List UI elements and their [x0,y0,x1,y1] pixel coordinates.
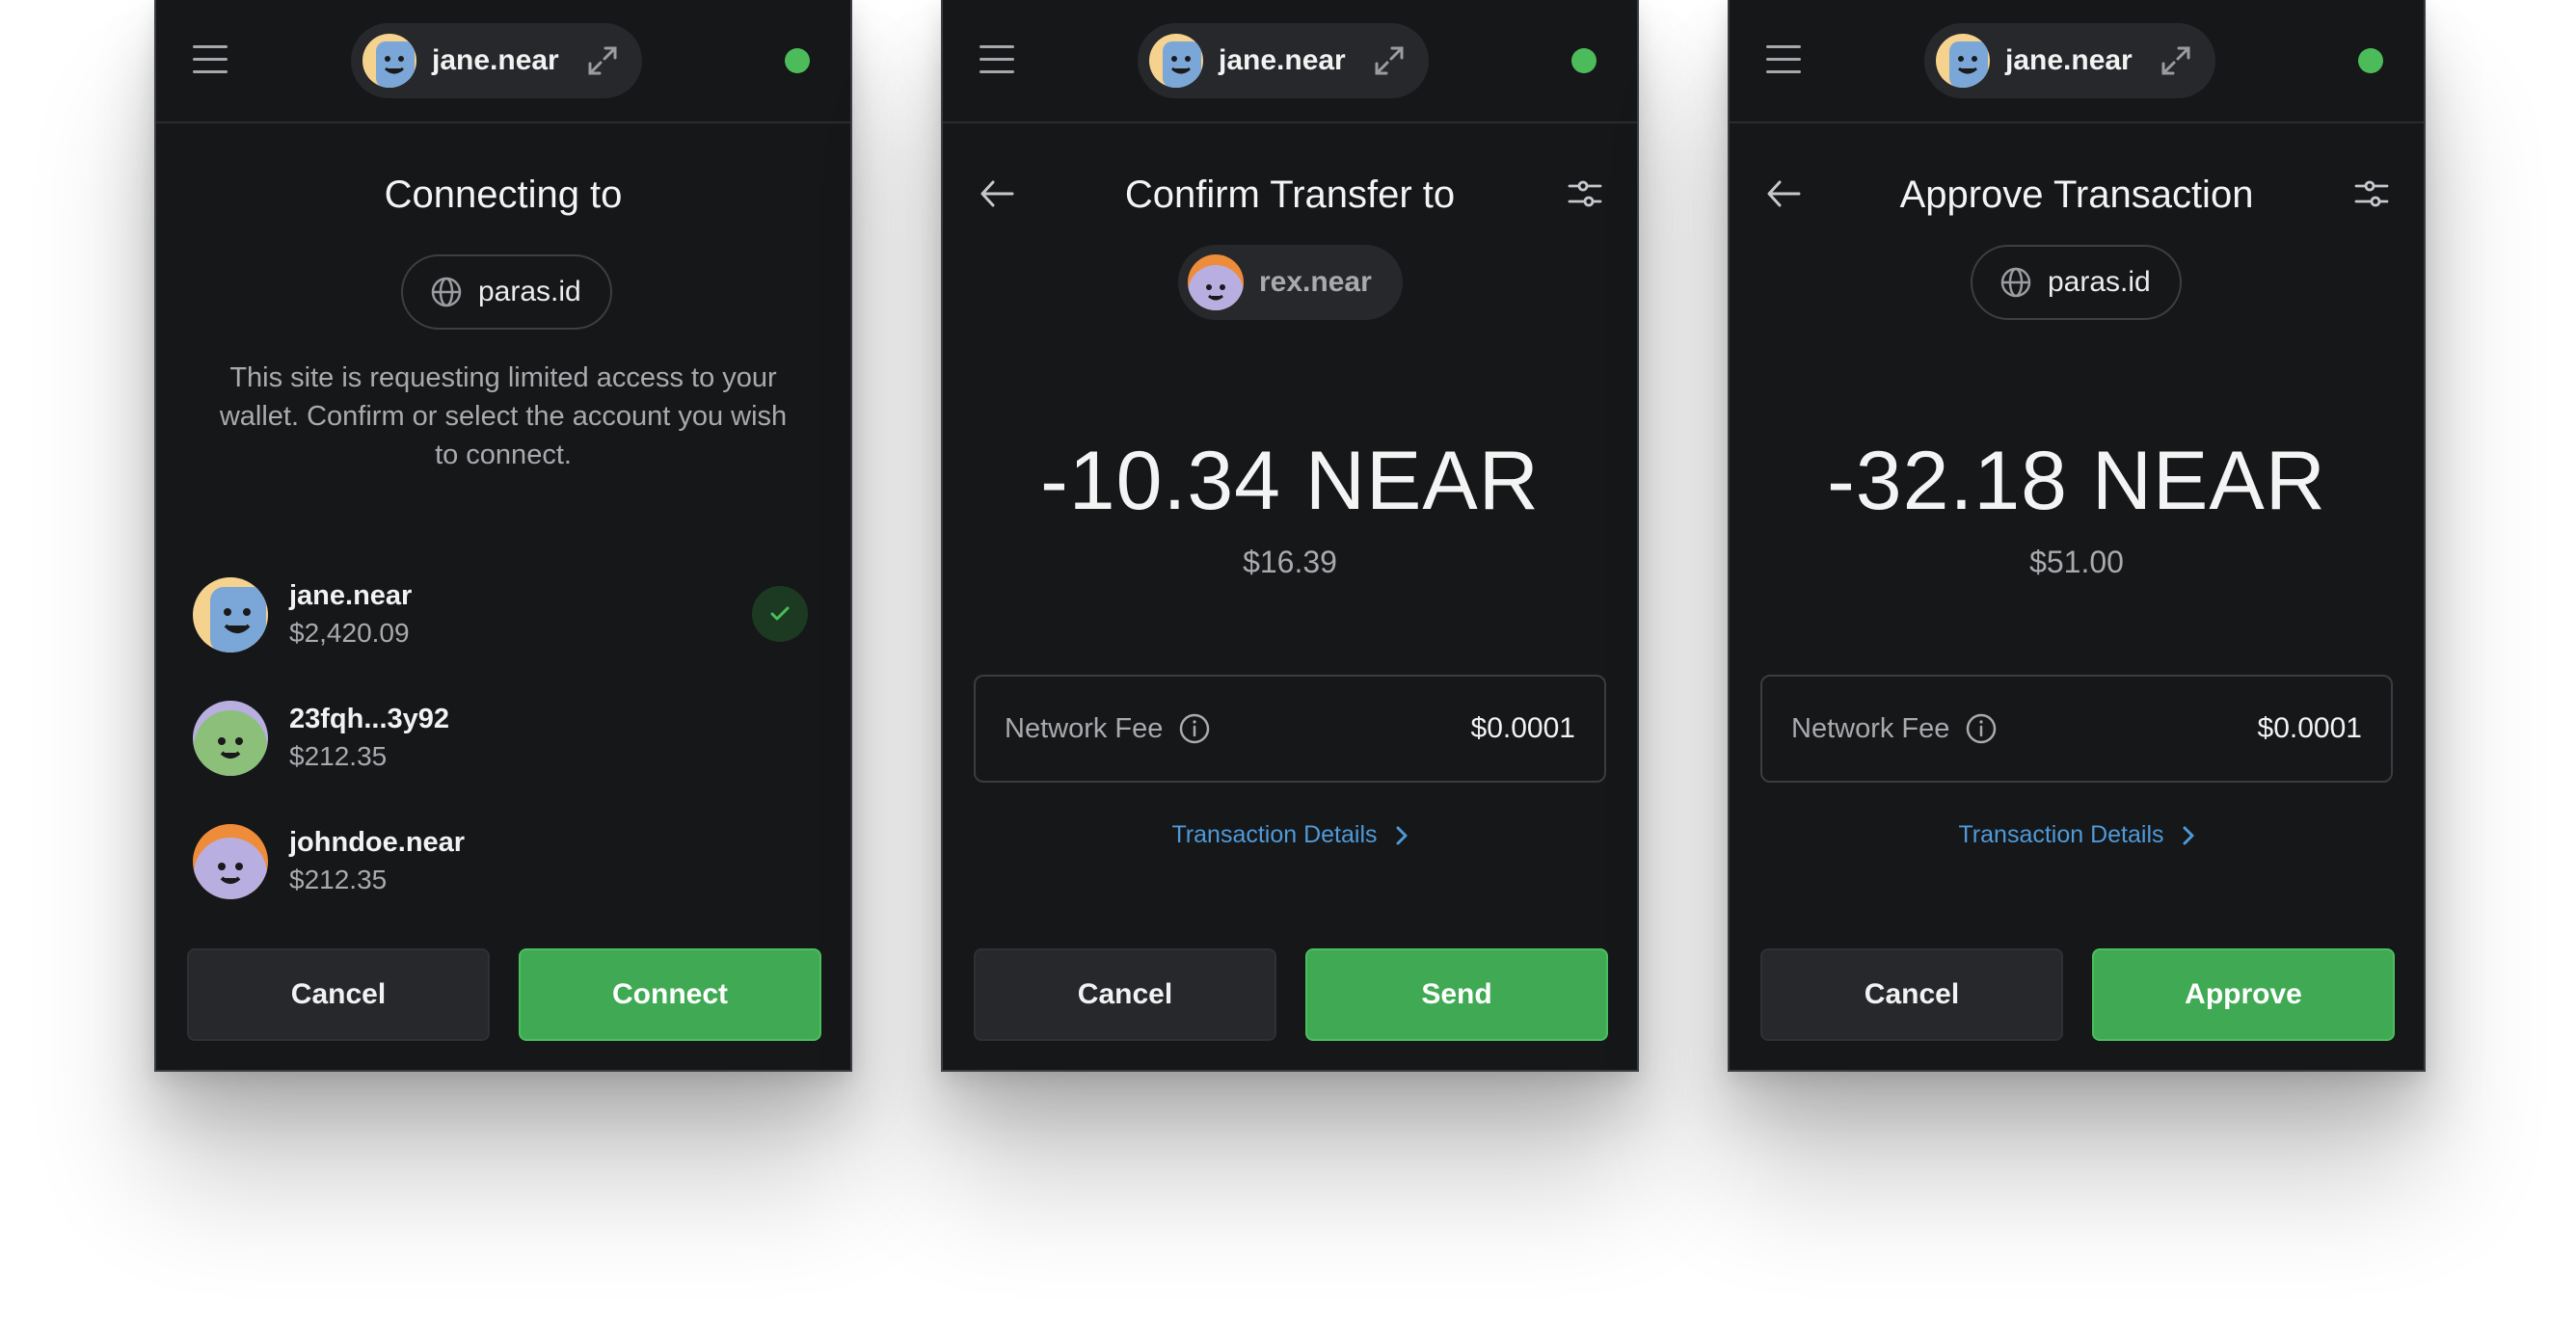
site-name: paras.id [2048,266,2151,298]
account-switcher[interactable]: jane.near [1138,23,1429,98]
transfer-screen: jane.near Confirm Transfer to rex.near -… [941,0,1639,1072]
fiat-value: $51.00 [2029,545,2124,579]
top-bar: jane.near [156,0,850,123]
avatar [1188,254,1244,310]
account-balance: $212.35 [289,865,388,894]
account-switcher[interactable]: jane.near [1924,23,2215,98]
cancel-button[interactable]: Cancel [974,948,1276,1041]
transaction-details-link[interactable]: Transaction Details [1730,821,2424,849]
transfer-amount: -10.34 NEAR [1040,435,1540,527]
site-pill: paras.id [1971,245,2182,320]
recipient-name: rex.near [1259,266,1372,298]
account-balance: $212.35 [289,741,388,771]
transaction-amount: -32.18 NEAR [1827,435,2326,527]
chevron-right-icon [2183,826,2194,844]
account-name: jane.near [432,44,559,76]
account-name: 23fqh...3y92 [289,704,450,734]
fee-label: Network Fee [1005,712,1164,744]
approve-button[interactable]: Approve [2092,948,2395,1041]
details-label: Transaction Details [1958,821,2164,848]
network-fee-box: Network Fee $0.0001 [974,675,1606,783]
top-bar: jane.near [1730,0,2424,123]
description: This site is requesting limited access t… [219,362,788,470]
approve-screen: jane.near Approve Transaction paras.id -… [1728,0,2426,1072]
cancel-button[interactable]: Cancel [1760,948,2063,1041]
avatar [1149,34,1203,88]
account-name: jane.near [1219,44,1346,76]
avatar [193,824,268,899]
cancel-button[interactable]: Cancel [187,948,490,1041]
fee-label: Network Fee [1791,712,1950,744]
site-name: paras.id [478,276,581,307]
details-label: Transaction Details [1171,821,1378,848]
page-title: Connecting to [384,173,623,216]
account-row[interactable]: 23fqh...3y92 $212.35 [193,700,814,777]
send-button[interactable]: Send [1305,948,1608,1041]
info-icon[interactable] [1965,712,1998,745]
account-name: jane.near [2005,44,2133,76]
account-name: jane.near [289,580,413,611]
top-bar: jane.near [943,0,1637,123]
account-name: johndoe.near [289,827,466,858]
connect-button[interactable]: Connect [519,948,821,1041]
expand-icon[interactable] [586,44,619,77]
account-switcher[interactable]: jane.near [351,23,642,98]
avatar [193,577,268,653]
status-dot [785,48,810,73]
recipient-pill: rex.near [1178,245,1403,320]
check-icon [752,586,808,642]
fee-value: $0.0001 [1470,712,1575,744]
expand-icon[interactable] [1373,44,1406,77]
chevron-right-icon [1396,826,1408,844]
avatar [1936,34,1990,88]
site-pill: paras.id [401,254,612,330]
fee-value: $0.0001 [2257,712,2362,744]
expand-icon[interactable] [2160,44,2192,77]
menu-icon[interactable] [979,45,1014,76]
account-row[interactable]: johndoe.near $212.35 [193,823,814,900]
avatar [362,34,416,88]
info-icon[interactable] [1178,712,1211,745]
transaction-details-link[interactable]: Transaction Details [943,821,1637,849]
page-title: Approve Transaction [1899,173,2254,216]
connect-screen: jane.near Connecting to paras.id This si… [154,0,852,1072]
account-row[interactable]: jane.near $2,420.09 [193,576,814,653]
account-balance: $2,420.09 [289,618,410,648]
status-dot [1571,48,1597,73]
page-title: Confirm Transfer to [1124,173,1456,216]
network-fee-box: Network Fee $0.0001 [1760,675,2393,783]
status-dot [2358,48,2383,73]
globe-icon [2000,267,2031,298]
menu-icon[interactable] [1766,45,1801,76]
menu-icon[interactable] [193,45,228,76]
avatar [193,701,268,776]
globe-icon [431,277,462,307]
fiat-value: $16.39 [1243,545,1337,579]
